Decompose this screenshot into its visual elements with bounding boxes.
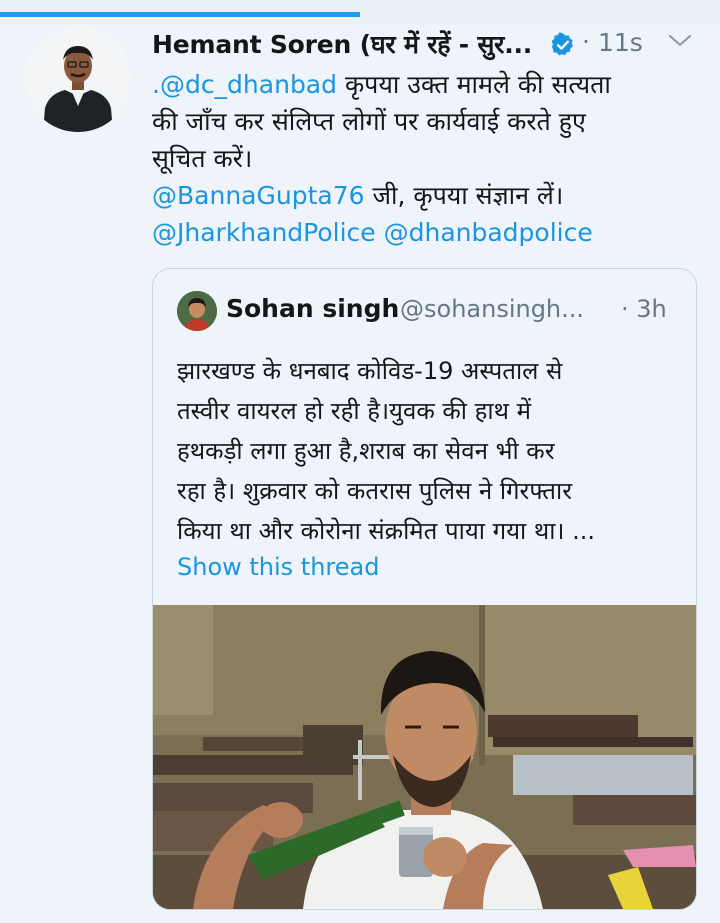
tweet-text: .@dc_dhanbad कृपया उक्त मामले की सत्यता … bbox=[152, 66, 672, 251]
verified-badge-icon bbox=[550, 32, 576, 58]
tweet-text-line: @BannaGupta76 जी, कृपया संज्ञान लें। bbox=[152, 177, 672, 214]
tweet-text-segment: जी, कृपया संज्ञान लें। bbox=[364, 181, 564, 210]
quoted-author-name[interactable]: Sohan singh bbox=[226, 294, 399, 323]
loading-progress-track bbox=[0, 0, 720, 24]
loading-progress-fill bbox=[0, 12, 360, 17]
tweet-text-line: सूचित करें। bbox=[152, 140, 672, 177]
separator-dot: · bbox=[582, 27, 590, 56]
quoted-tweet-timestamp[interactable]: · 3h bbox=[621, 295, 667, 323]
quoted-text-line: हथकड़ी लगा हुआ है,शराब का सेवन भी कर bbox=[177, 437, 555, 465]
tweet-text-segment: सूचित करें। bbox=[152, 144, 253, 173]
tweet-text-line: .@dc_dhanbad कृपया उक्त मामले की सत्यता bbox=[152, 66, 672, 103]
chevron-down-icon[interactable] bbox=[666, 31, 694, 51]
show-thread-link[interactable]: Show this thread bbox=[177, 553, 379, 581]
tweet-text-line: @JharkhandPolice @dhanbadpolice bbox=[152, 214, 672, 251]
author-avatar-image bbox=[25, 26, 131, 132]
tweet-header: Hemant Soren (घर में रहें - सुर... · 11s bbox=[152, 27, 702, 63]
quoted-text-line: झारखण्ड के धनबाद कोविड-19 अस्पताल से bbox=[177, 357, 563, 385]
quoted-tweet-card[interactable]: Sohan singh @sohansingh... · 3h झारखण्ड … bbox=[152, 268, 697, 910]
tweet-text-segment: की जाँच कर संलिप्त लोगों पर कार्यवाई करत… bbox=[152, 107, 586, 136]
tweet-text-segment: कृपया उक्त मामले की सत्यता bbox=[337, 70, 611, 99]
hospital-photo-image bbox=[153, 605, 696, 909]
quoted-text-line: तस्वीर वायरल हो रही है।युवक की हाथ में bbox=[177, 397, 531, 425]
quoted-author-avatar[interactable] bbox=[177, 291, 217, 331]
author-name[interactable]: Hemant Soren (घर में रहें - सुर... bbox=[152, 27, 532, 61]
tweet-timestamp[interactable]: 11s bbox=[598, 28, 643, 57]
quoted-text-line: रहा है। शुक्रवार को कतरास पुलिस ने गिरफ्… bbox=[177, 477, 573, 505]
mention-link[interactable]: .@dc_dhanbad bbox=[152, 70, 337, 99]
quoted-text-line: किया था और कोरोना संक्रमित पाया गया था। … bbox=[177, 517, 596, 545]
tweet-text-line: की जाँच कर संलिप्त लोगों पर कार्यवाई करत… bbox=[152, 103, 672, 140]
author-avatar[interactable] bbox=[25, 26, 131, 132]
mention-link[interactable]: @BannaGupta76 bbox=[152, 181, 365, 210]
mention-link[interactable]: @JharkhandPolice @dhanbadpolice bbox=[152, 218, 593, 247]
quoted-tweet-photo[interactable] bbox=[153, 605, 696, 909]
quoted-author-handle[interactable]: @sohansingh... bbox=[400, 295, 584, 323]
quoted-author-avatar-image bbox=[177, 291, 217, 331]
quoted-tweet-text: झारखण्ड के धनबाद कोविड-19 अस्पताल से तस्… bbox=[177, 351, 677, 551]
